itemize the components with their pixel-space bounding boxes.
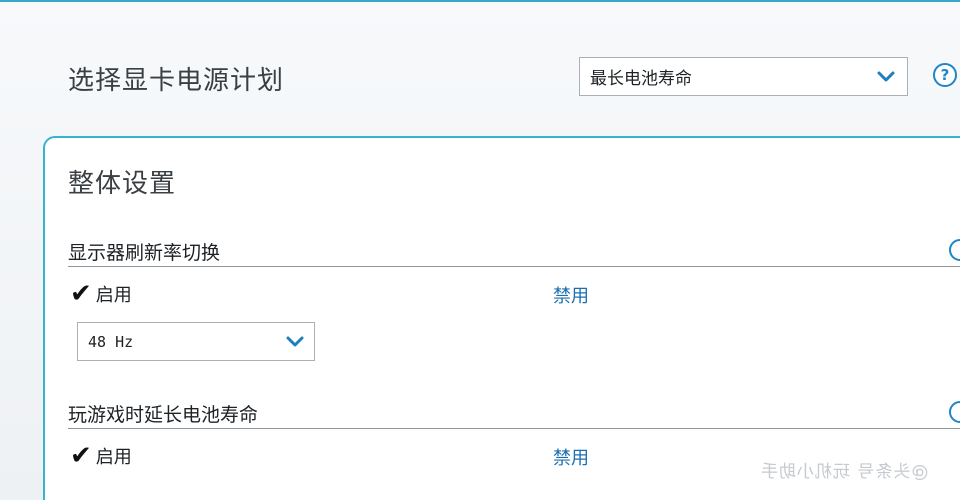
checkmark-icon: ✔ (70, 279, 92, 309)
gaming-battery-extend-label: 玩游戏时延长电池寿命 (68, 404, 259, 426)
refresh-rate-dropdown[interactable]: 48 Hz (77, 322, 315, 361)
refresh-rate-selected-value: 48 Hz (88, 332, 134, 351)
power-plan-dropdown[interactable]: 最长电池寿命 (579, 57, 908, 96)
help-icon[interactable]: ? (933, 63, 957, 87)
gaming-battery-disable-option[interactable]: 禁用 (553, 444, 589, 470)
divider (68, 266, 960, 267)
overall-settings-title: 整体设置 (68, 169, 177, 199)
gaming-battery-enable-option[interactable]: ✔ 启用 (70, 443, 132, 469)
refresh-rate-switching-label: 显示器刷新率切换 (68, 242, 221, 264)
overall-settings-panel (43, 136, 960, 500)
power-plan-selected-value: 最长电池寿命 (590, 69, 692, 89)
divider (68, 428, 960, 429)
top-accent-bar (0, 0, 960, 2)
enable-label: 启用 (95, 285, 132, 306)
chevron-down-icon (286, 336, 304, 347)
power-plan-title: 选择显卡电源计划 (68, 66, 285, 96)
watermark: @头条号 玩机小助手 (760, 462, 929, 482)
refresh-rate-disable-option[interactable]: 禁用 (553, 282, 589, 308)
enable-label: 启用 (95, 447, 132, 468)
chevron-down-icon (877, 71, 895, 82)
checkmark-icon: ✔ (70, 441, 92, 471)
refresh-rate-enable-option[interactable]: ✔ 启用 (70, 281, 132, 307)
